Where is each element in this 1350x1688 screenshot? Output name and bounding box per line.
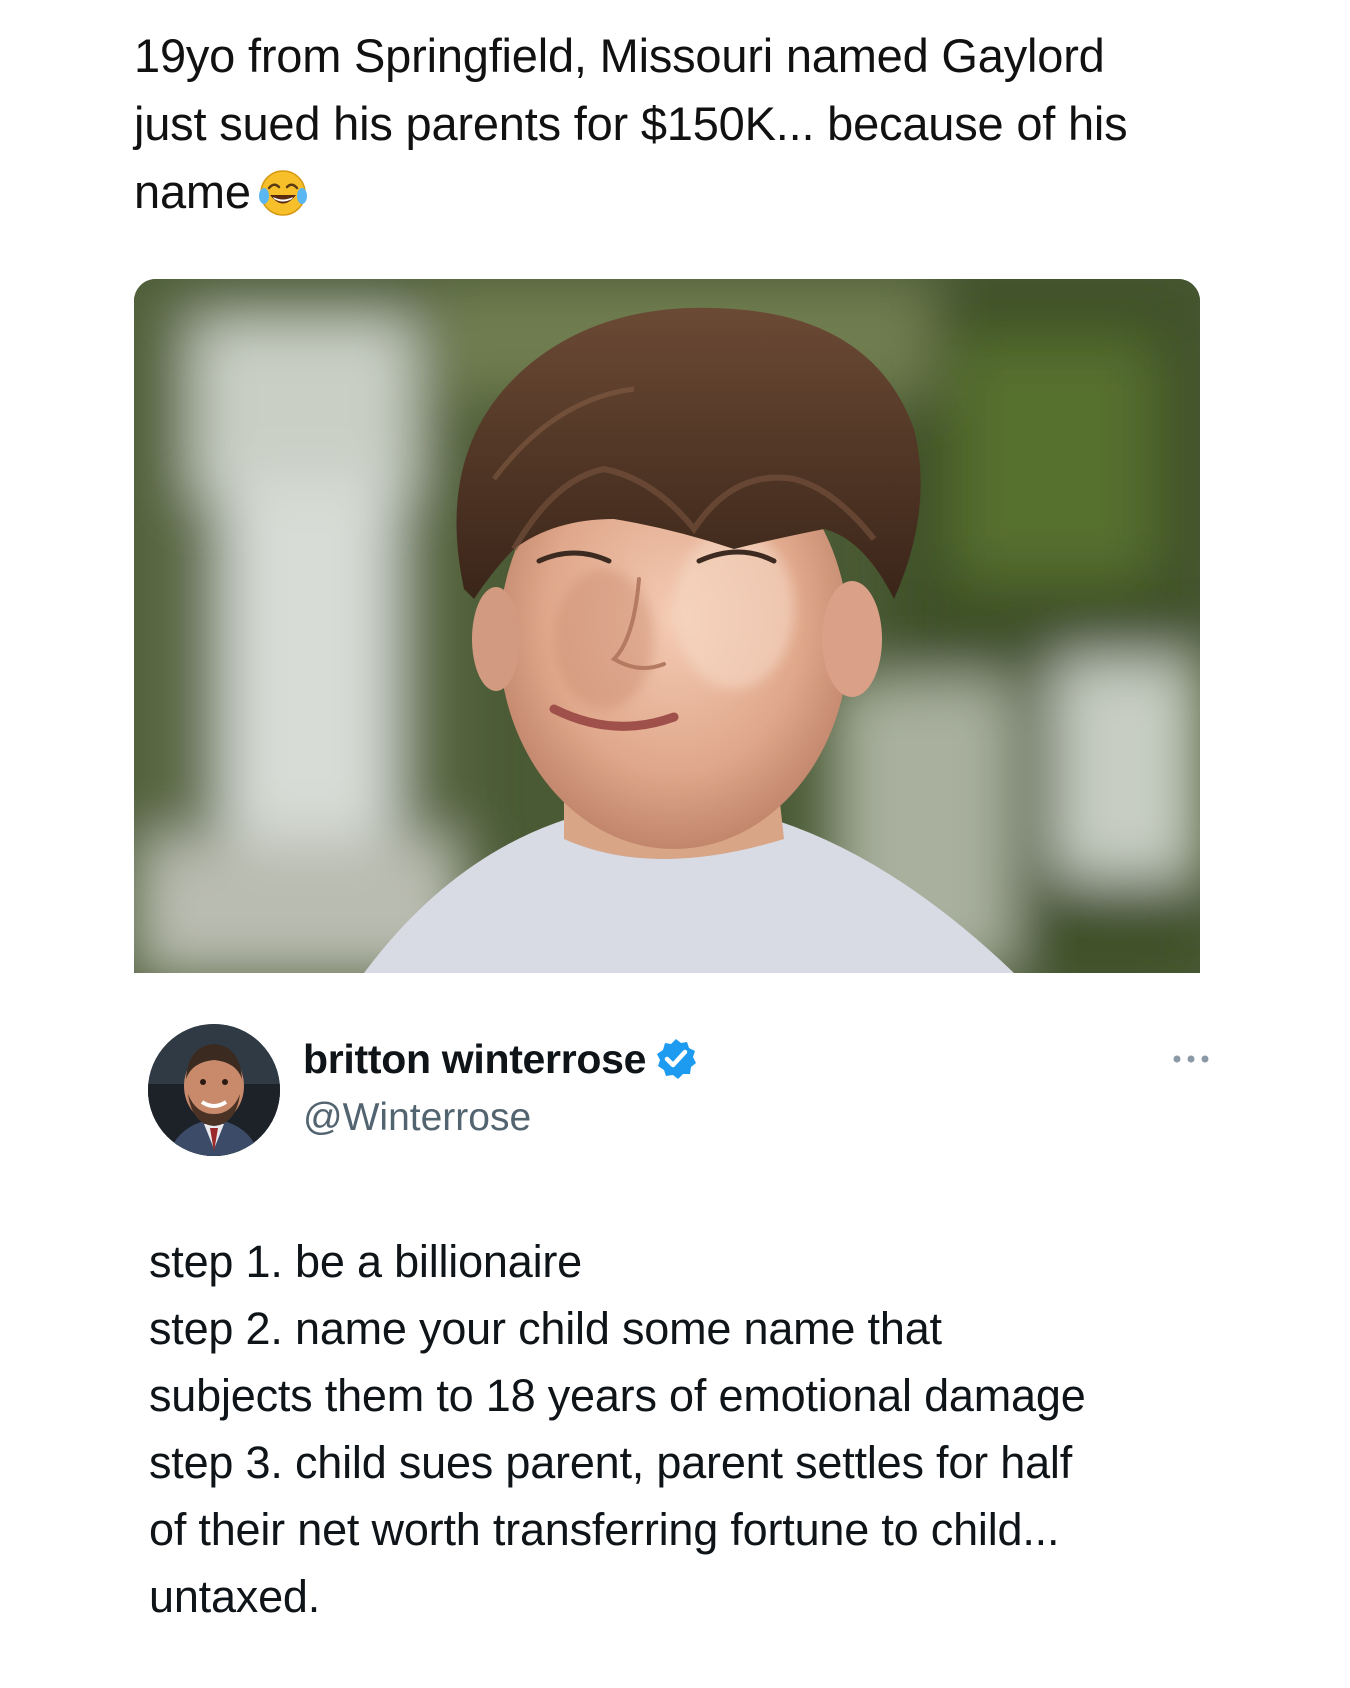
face-with-tears-of-joy-icon — [257, 166, 309, 218]
tweet-line: step 2. name your child some name that — [149, 1303, 942, 1354]
tweet-line: of their net worth transferring fortune … — [149, 1504, 1060, 1555]
tweet-line: step 3. child sues parent, parent settle… — [149, 1437, 1073, 1488]
tweet-line: step 1. be a billionaire — [149, 1236, 582, 1287]
tweet-text: step 1. be a billionaire step 2. name yo… — [149, 1228, 1229, 1630]
tweet-line: untaxed. — [149, 1571, 321, 1622]
avatar[interactable] — [148, 1024, 280, 1156]
user-handle[interactable]: @Winterrose — [303, 1096, 531, 1140]
ellipsis-icon[interactable] — [1169, 1052, 1213, 1066]
caption-line-1: 19yo from Springfield, Missouri named Ga… — [134, 29, 1105, 82]
caption-line-3-text: name — [134, 165, 251, 218]
post-caption: 19yo from Springfield, Missouri named Ga… — [134, 22, 1224, 226]
verified-badge-icon — [654, 1037, 698, 1081]
caption-line-2: just sued his parents for $150K... becau… — [134, 97, 1128, 150]
caption-line-3: name — [134, 158, 1224, 226]
post-photo — [134, 279, 1200, 973]
display-name-text[interactable]: britton winterrose — [303, 1036, 646, 1082]
tweet-header: britton winterrose @Winterrose — [148, 1024, 1218, 1159]
tweet-line: subjects them to 18 years of emotional d… — [149, 1370, 1086, 1421]
display-name[interactable]: britton winterrose — [303, 1036, 698, 1083]
